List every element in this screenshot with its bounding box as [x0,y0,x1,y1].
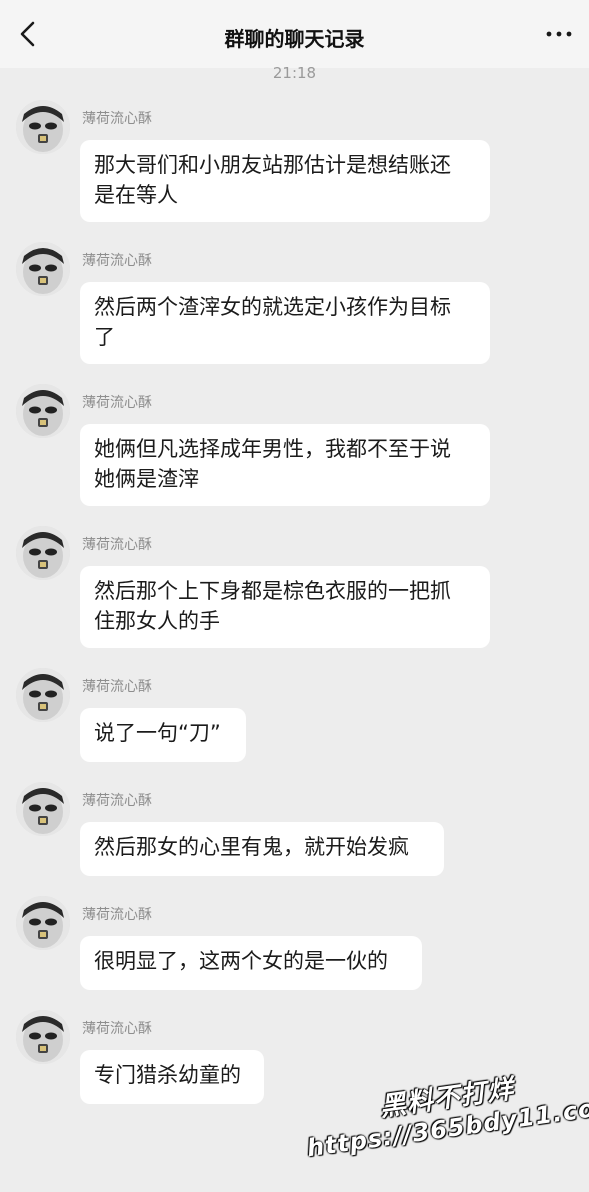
nav-bar: 群聊的聊天记录 [0,0,589,68]
message-bubble[interactable]: 然后那个上下身都是棕色衣服的一把抓 住那女人的手 [80,566,490,648]
message-bubble[interactable]: 专门猎杀幼童的 [80,1050,264,1104]
message-bubble[interactable]: 然后那女的心里有鬼，就开始发疯 [80,822,444,876]
avatar[interactable] [16,242,70,296]
timestamp: 21:18 [272,64,317,82]
sender-name: 薄荷流心酥 [82,679,152,695]
page-title: 群聊的聊天记录 [224,27,365,51]
sender-name: 薄荷流心酥 [82,537,152,553]
sender-name: 薄荷流心酥 [82,1021,152,1037]
message-text-line: 住那女人的手 [94,609,220,633]
message-text-line: 了 [94,325,115,349]
message-text-line: 然后两个渣滓女的就选定小孩作为目标 [94,295,451,319]
message-text-line: 很明显了，这两个女的是一伙的 [94,949,388,973]
message-bubble[interactable]: 说了一句“刀” [80,708,246,762]
sender-name: 薄荷流心酥 [82,111,152,127]
avatar-image [16,1010,70,1064]
message-bubble[interactable]: 然后两个渣滓女的就选定小孩作为目标了 [80,282,490,364]
message-text-line: 她俩但凡选择成年男性，我都不至于说 [94,437,451,461]
sender-name: 薄荷流心酥 [82,907,152,923]
message-bubble[interactable]: 她俩但凡选择成年男性，我都不至于说 她俩是渣滓 [80,424,490,506]
message-text-line: 专门猎杀幼童的 [94,1063,241,1087]
avatar[interactable] [16,896,70,950]
message-text-line: 然后那女的心里有鬼，就开始发疯 [94,835,409,859]
message-text-line: 她俩是渣滓 [94,467,199,491]
avatar[interactable] [16,526,70,580]
avatar-image [16,242,70,296]
avatar[interactable] [16,668,70,722]
watermark: 黑料不打烊 https://365bdy11.com [300,1054,589,1162]
more-button[interactable] [545,24,573,44]
message-bubble[interactable]: 那大哥们和小朋友站那估计是想结账还 是在等人 [80,140,490,222]
avatar[interactable] [16,1010,70,1064]
message-text-line: 然后那个上下身都是棕色衣服的一把抓 [94,579,451,603]
message-text-line: 是在等人 [94,183,178,207]
avatar-image [16,100,70,154]
avatar-image [16,896,70,950]
message-text-line: 说了一句“刀” [94,721,221,745]
message-bubble[interactable]: 很明显了，这两个女的是一伙的 [80,936,422,990]
avatar-image [16,668,70,722]
sender-name: 薄荷流心酥 [82,395,152,411]
message-text-line: 那大哥们和小朋友站那估计是想结账还 [94,153,451,177]
avatar-image [16,782,70,836]
sender-name: 薄荷流心酥 [82,253,152,269]
more-dots-icon [546,31,572,37]
avatar[interactable] [16,100,70,154]
avatar-image [16,384,70,438]
avatar[interactable] [16,384,70,438]
avatar[interactable] [16,782,70,836]
avatar-image [16,526,70,580]
sender-name: 薄荷流心酥 [82,793,152,809]
